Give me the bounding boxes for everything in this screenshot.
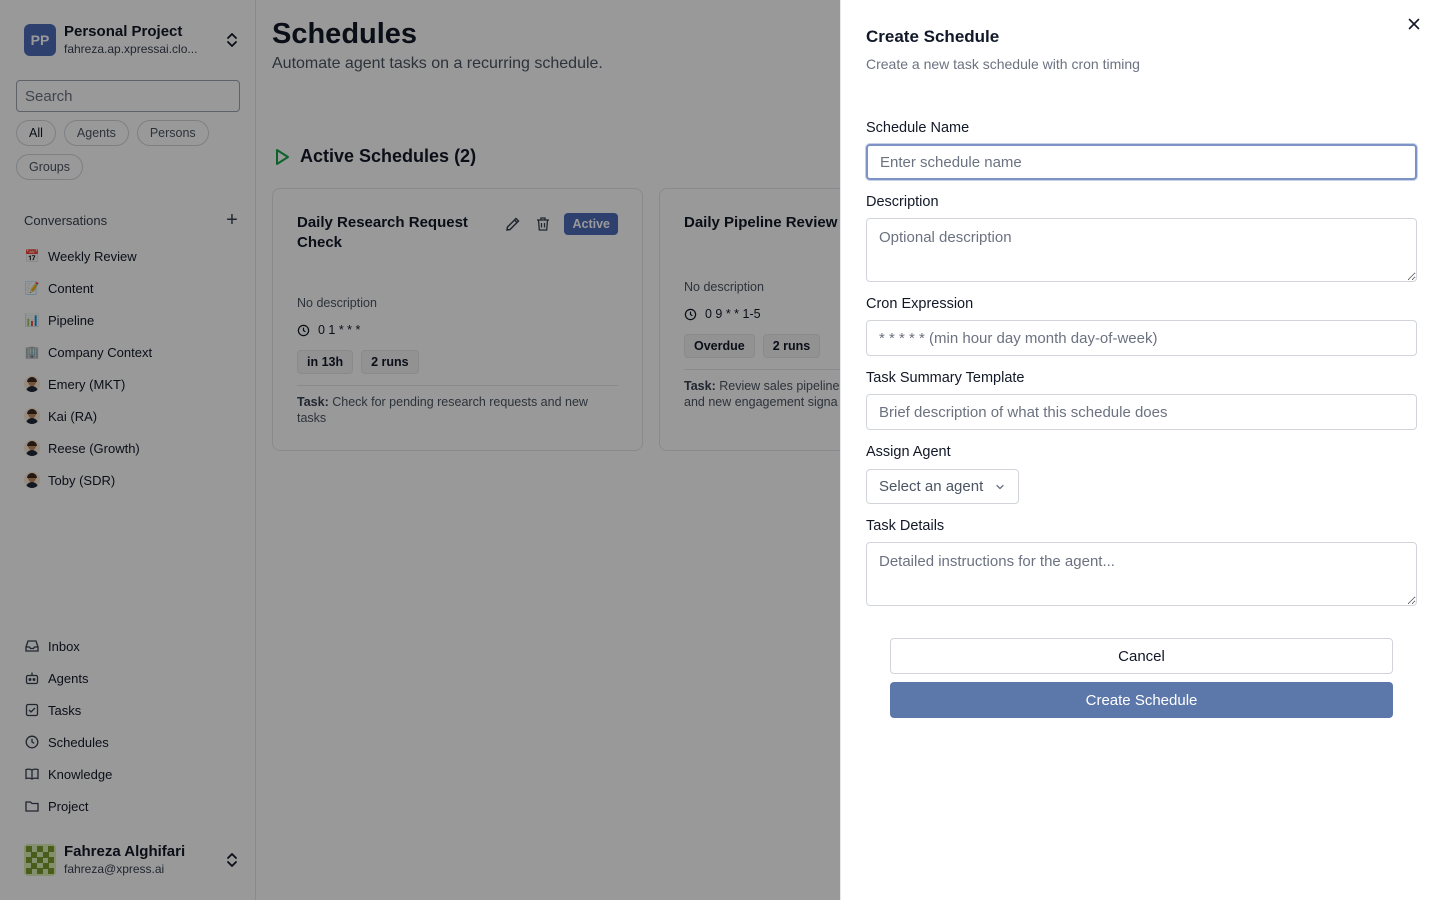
chevron-down-icon [996, 484, 1004, 489]
cron-expression-input[interactable] [866, 320, 1417, 356]
close-icon[interactable] [1404, 14, 1424, 34]
cancel-button[interactable]: Cancel [890, 638, 1393, 674]
task-summary-label: Task Summary Template [866, 370, 1025, 386]
schedule-name-input[interactable] [866, 144, 1417, 180]
schedule-name-label: Schedule Name [866, 120, 970, 136]
sheet-subtitle: Create a new task schedule with cron tim… [866, 56, 1140, 72]
cron-expression-label: Cron Expression [866, 296, 974, 312]
description-textarea[interactable] [866, 218, 1417, 282]
task-details-textarea[interactable] [866, 542, 1417, 606]
agent-select[interactable]: Select an agent [866, 469, 1019, 504]
task-summary-input[interactable] [866, 394, 1417, 430]
sheet-title: Create Schedule [866, 27, 1000, 46]
create-schedule-button[interactable]: Create Schedule [890, 682, 1393, 718]
agent-select-value: Select an agent [879, 478, 984, 495]
description-label: Description [866, 194, 939, 210]
create-schedule-sheet: Create Schedule Create a new task schedu… [840, 0, 1440, 900]
task-details-label: Task Details [866, 518, 945, 534]
assign-agent-label: Assign Agent [866, 444, 951, 460]
